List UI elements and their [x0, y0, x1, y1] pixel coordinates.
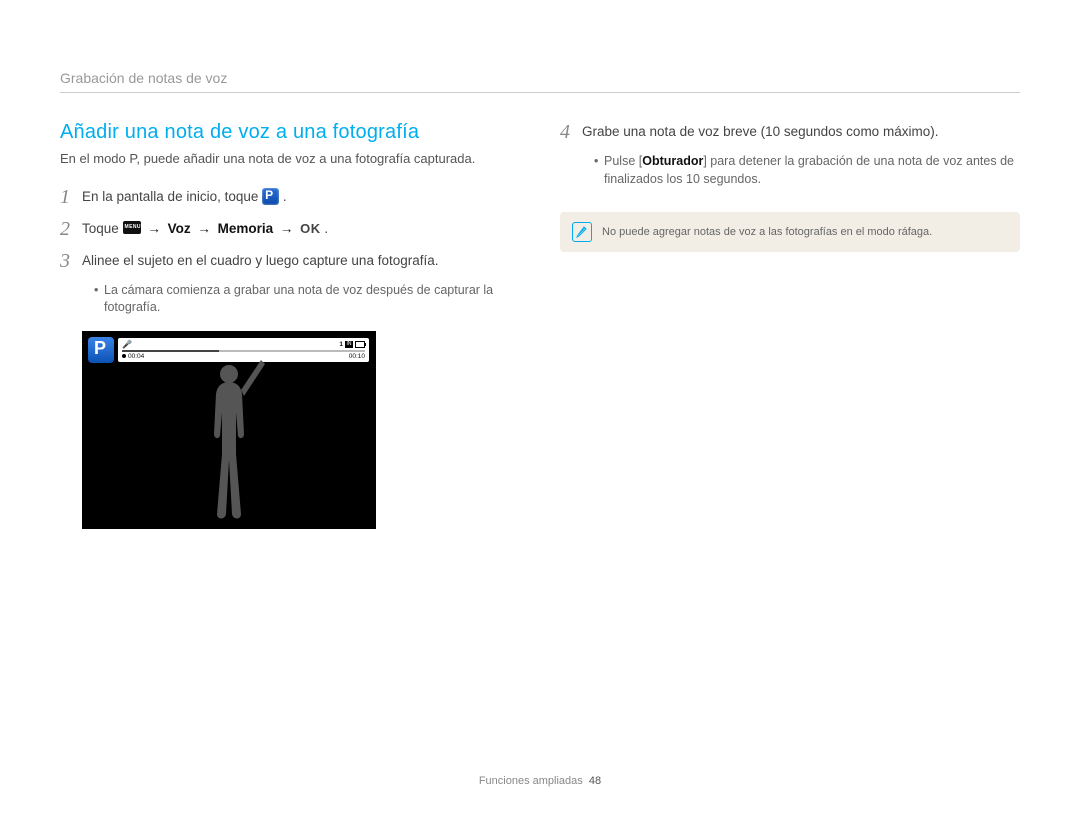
footer-label: Funciones ampliadas [479, 775, 583, 787]
p-mode-badge [88, 337, 114, 363]
recording-status-bar: 🎤 1 IN 00:04 00:10 [118, 338, 369, 362]
arrow-icon: → [197, 221, 211, 236]
storage-indicator: IN [345, 341, 353, 348]
menu-icon [123, 221, 141, 234]
page: Grabación de notas de voz Añadir una not… [0, 0, 1080, 815]
step-4-subnote: Pulse [Obturador] para detener la grabac… [594, 153, 1020, 188]
progress-track [122, 350, 365, 352]
note-text: No puede agregar notas de voz a las foto… [602, 226, 932, 238]
total-time: 00:10 [349, 353, 365, 360]
step-3: 3 Alinee el sujeto en el cuadro y luego … [60, 250, 520, 272]
step-number: 2 [60, 218, 82, 240]
step-4-text: Grabe una nota de voz breve (10 segundos… [582, 121, 938, 143]
elapsed-time: 00:04 [122, 353, 144, 360]
progress-fill [122, 350, 219, 352]
step-3-subnote: La cámara comienza a grabar una nota de … [94, 282, 520, 317]
camera-indicators: 1 IN [339, 341, 365, 348]
step-1-text: En la pantalla de inicio, toque [82, 189, 262, 204]
breadcrumb: Grabación de notas de voz [60, 70, 1020, 93]
step-number: 4 [560, 121, 582, 143]
note-icon [572, 222, 592, 242]
step-3-text: Alinee el sujeto en el cuadro y luego ca… [82, 250, 439, 272]
page-footer: Funciones ampliadas 48 [0, 775, 1080, 787]
step-body: Toque → Voz → Memoria → OK . [82, 218, 328, 240]
two-column-layout: Añadir una nota de voz a una fotografía … [60, 121, 1020, 529]
step-2-prefix: Toque [82, 221, 123, 236]
left-column: Añadir una nota de voz a una fotografía … [60, 121, 520, 529]
footer-page-number: 48 [589, 775, 601, 787]
right-column: 4 Grabe una nota de voz breve (10 segund… [560, 121, 1020, 529]
step-2-memoria: Memoria [218, 221, 274, 236]
person-silhouette [189, 360, 269, 528]
ok-icon: OK [300, 220, 321, 238]
arrow-icon: → [280, 221, 294, 236]
sub-prefix: Pulse [ [604, 154, 642, 168]
step-number: 1 [60, 186, 82, 208]
p-mode-icon [262, 188, 279, 205]
step-2: 2 Toque → Voz → Memoria → OK . [60, 218, 520, 240]
step-2-voz: Voz [168, 221, 191, 236]
arrow-icon: → [147, 221, 161, 236]
intro-text: En el modo P, puede añadir una nota de v… [60, 150, 520, 168]
step-1: 1 En la pantalla de inicio, toque . [60, 186, 520, 208]
battery-icon [355, 341, 365, 348]
step-4: 4 Grabe una nota de voz breve (10 segund… [560, 121, 1020, 143]
microphone-icon: 🎤 [122, 340, 132, 349]
shutter-label: Obturador [642, 154, 703, 168]
camera-screenshot: 🎤 1 IN 00:04 00:10 [82, 331, 376, 529]
record-dot-icon [122, 354, 126, 358]
step-body: En la pantalla de inicio, toque . [82, 186, 287, 208]
info-note: No puede agregar notas de voz a las foto… [560, 212, 1020, 252]
section-title: Añadir una nota de voz a una fotografía [60, 121, 520, 144]
step-number: 3 [60, 250, 82, 272]
shot-count: 1 [339, 341, 343, 348]
